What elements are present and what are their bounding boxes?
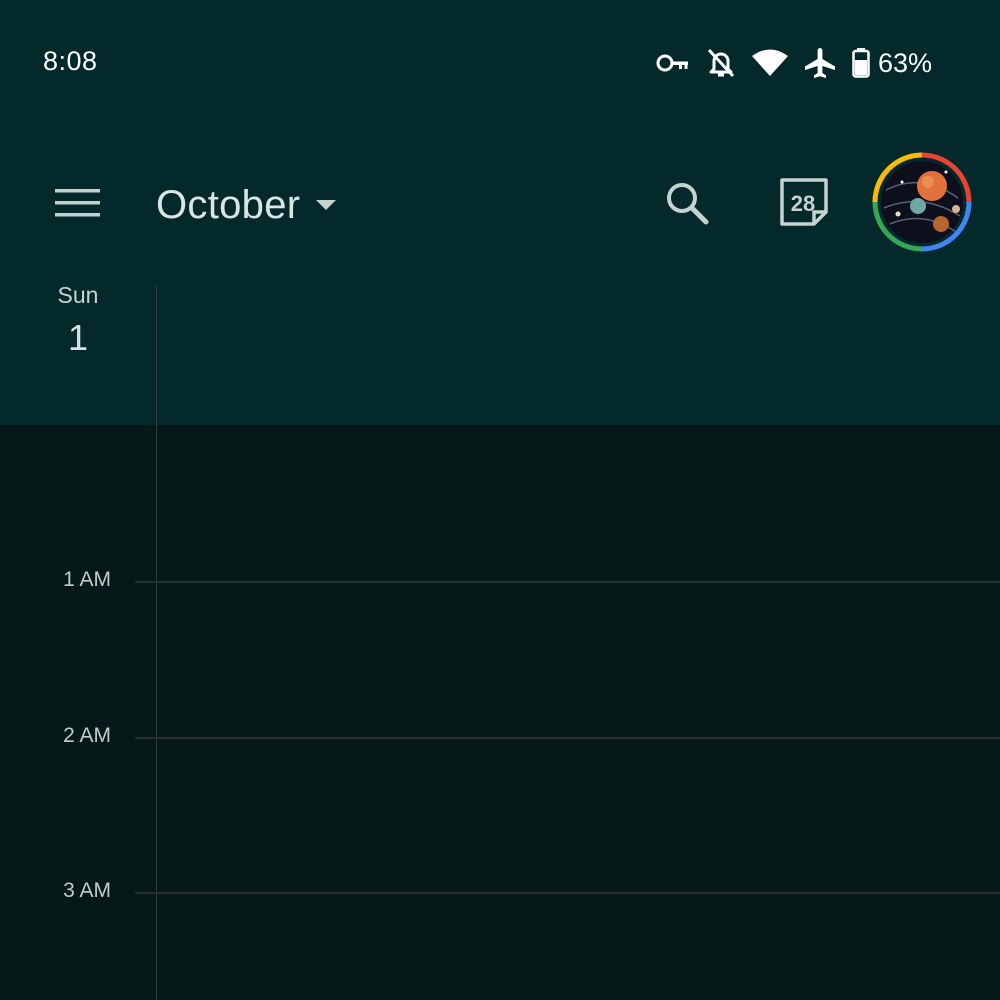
menu-button[interactable] [52,180,104,224]
hour-label: 1 AM [63,568,111,591]
avatar-image [872,152,972,252]
hour-label: 2 AM [63,724,111,747]
hour-label: 3 AM [63,879,111,902]
hour-gridline [135,737,1000,739]
account-avatar[interactable] [872,152,972,252]
hour-gridline [135,581,1000,583]
menu-icon [55,189,100,217]
app-bar: October 28 [0,150,1000,260]
search-button[interactable] [662,178,712,228]
day-of-week: Sun [57,282,99,308]
day-header[interactable]: Sun 1 [40,282,116,359]
hour-row[interactable]: 2 AM [0,724,1000,767]
vpn-key-icon [656,52,690,74]
airplane-mode-icon [804,47,836,79]
today-button[interactable]: 28 [778,176,832,230]
status-icons: 63% [640,44,932,82]
day-number: 1 [67,317,89,358]
month-selector[interactable]: October [156,180,337,230]
status-time: 8:08 [43,46,98,76]
month-label: October [156,182,301,227]
arrow-drop-down-icon [316,200,337,210]
wifi-icon [751,49,788,77]
status-bar: 8:08 63% [0,0,1000,120]
hour-row[interactable]: 3 AM [0,879,1000,922]
hour-gridline [135,892,1000,894]
today-date: 28 [790,191,816,216]
notifications-off-icon [706,47,736,79]
hour-row[interactable]: 1 AM [0,568,1000,611]
battery-percent: 63% [877,47,932,78]
battery-icon [852,48,870,78]
search-icon [667,183,709,225]
